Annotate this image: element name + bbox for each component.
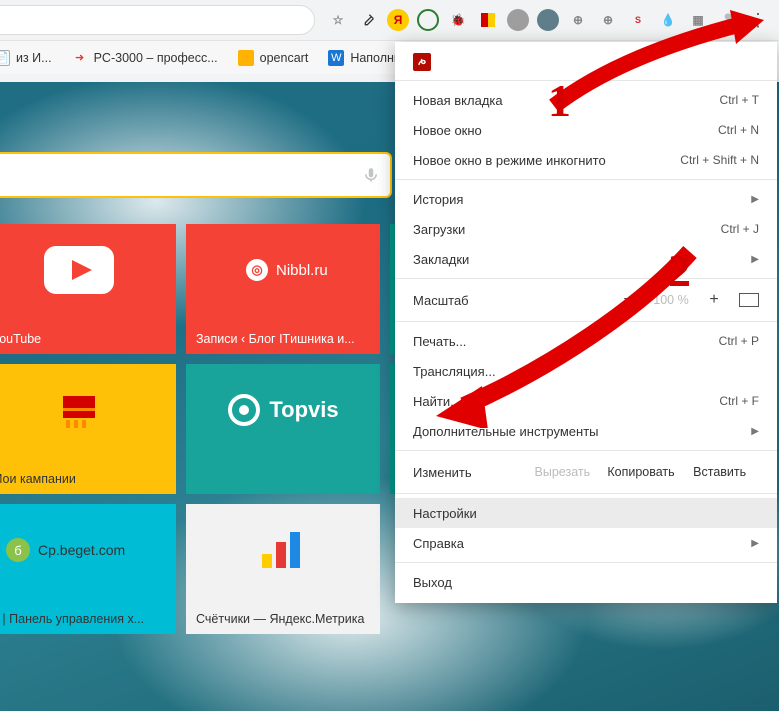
menu-separator: [395, 493, 777, 494]
menu-separator: [395, 562, 777, 563]
bookmark-item[interactable]: opencart: [230, 46, 317, 70]
nibbl-icon: ◎ Nibbl.ru: [186, 242, 380, 298]
zoom-value: 100 %: [641, 293, 701, 307]
tile-campaigns[interactable]: Мои кампании: [0, 364, 176, 494]
menu-help[interactable]: Справка ▶: [395, 528, 777, 558]
tile-label: YouTube: [0, 332, 166, 346]
fullscreen-icon[interactable]: [739, 293, 759, 307]
campaigns-icon: [0, 382, 176, 438]
menu-downloads[interactable]: Загрузки Ctrl + J: [395, 214, 777, 244]
bookmark-item[interactable]: ➜ PC-3000 – професс...: [64, 46, 226, 70]
menu-find[interactable]: Найти... Ctrl + F: [395, 386, 777, 416]
menu-separator: [395, 450, 777, 451]
microphone-icon[interactable]: [362, 162, 380, 188]
star-icon[interactable]: ☆: [327, 9, 349, 31]
eyedropper-icon[interactable]: [357, 9, 379, 31]
green-circle-ext-icon[interactable]: [417, 9, 439, 31]
drop-ext-icon[interactable]: 💧: [657, 9, 679, 31]
menu-bookmarks[interactable]: Закладки ▶: [395, 244, 777, 274]
menu-new-tab[interactable]: Новая вкладка Ctrl + T: [395, 85, 777, 115]
bookmark-label: PC-3000 – професс...: [94, 51, 218, 65]
tile-topvisor[interactable]: Topvis: [186, 364, 380, 494]
menu-exit[interactable]: Выход: [395, 567, 777, 597]
chevron-right-icon: ▶: [751, 426, 759, 437]
menu-history[interactable]: История ▶: [395, 184, 777, 214]
word-icon: W: [328, 50, 344, 66]
chevron-right-icon: ▶: [751, 538, 759, 549]
menu-zoom: Масштаб − 100 % +: [395, 283, 777, 317]
menu-separator: [395, 80, 777, 81]
tile-nibbl[interactable]: ◎ Nibbl.ru Записи ‹ Блог ITишника и...: [186, 224, 380, 354]
tile-youtube[interactable]: YouTube: [0, 224, 176, 354]
grid-ext-icon[interactable]: ▦: [687, 9, 709, 31]
menu-separator: [395, 278, 777, 279]
toolbar-row: ☆ Я 🐞 ⊕ ⊕ S 💧 ▦ ⋮: [0, 0, 779, 40]
tile-beget[interactable]: б Cp.beget.com а | Панель управления х..…: [0, 504, 176, 634]
address-bar[interactable]: [0, 5, 315, 35]
zoom-out-button[interactable]: −: [615, 291, 641, 309]
zoom-in-button[interactable]: +: [701, 291, 727, 309]
tile-metrika[interactable]: Счётчики — Яндекс.Метрика: [186, 504, 380, 634]
tile-sublabel: Записи ‹ Блог ITишника и...: [196, 332, 370, 346]
yandex-ext-icon[interactable]: Я: [387, 9, 409, 31]
edit-copy[interactable]: Копировать: [602, 465, 681, 479]
menu-incognito[interactable]: Новое окно в режиме инкогнито Ctrl + Shi…: [395, 145, 777, 175]
menu-more-tools[interactable]: Дополнительные инструменты ▶: [395, 416, 777, 446]
image-ext-icon[interactable]: [537, 9, 559, 31]
chrome-main-menu: Новая вкладка Ctrl + T Новое окно Ctrl +…: [395, 42, 777, 603]
menu-separator: [395, 179, 777, 180]
tile-sublabel: а | Панель управления х...: [0, 612, 166, 626]
metrika-icon: [186, 522, 380, 578]
bug-ext-icon[interactable]: 🐞: [447, 9, 469, 31]
seo-ext-icon[interactable]: S: [627, 9, 649, 31]
bookmark-item[interactable]: 📄 из И...: [0, 46, 60, 70]
search-box[interactable]: [0, 152, 392, 198]
topvisor-icon: Topvis: [186, 382, 380, 438]
bookmark-label: из И...: [16, 51, 52, 65]
menu-cast[interactable]: Трансляция...: [395, 356, 777, 386]
youtube-icon: [0, 242, 176, 298]
menu-settings[interactable]: Настройки: [395, 498, 777, 528]
adobe-pdf-icon: [413, 53, 431, 71]
beget-icon: б Cp.beget.com: [0, 522, 176, 578]
edit-paste[interactable]: Вставить: [680, 465, 759, 479]
flag-ext-icon[interactable]: [477, 9, 499, 31]
tile-label: Счётчики — Яндекс.Метрика: [196, 612, 370, 626]
menu-separator: [395, 321, 777, 322]
tile-label: Мои кампании: [0, 472, 166, 486]
menu-pdf-ext[interactable]: [395, 48, 777, 76]
kebab-menu-button[interactable]: ⋮: [743, 5, 773, 35]
globe2-ext-icon[interactable]: ⊕: [597, 9, 619, 31]
menu-print[interactable]: Печать... Ctrl + P: [395, 326, 777, 356]
gray-square-ext-icon[interactable]: [507, 9, 529, 31]
bookmark-label: opencart: [260, 51, 309, 65]
edit-cut[interactable]: Вырезать: [523, 465, 602, 479]
menu-new-window[interactable]: Новое окно Ctrl + N: [395, 115, 777, 145]
globe-ext-icon[interactable]: ⊕: [567, 9, 589, 31]
chevron-right-icon: ▶: [751, 194, 759, 205]
menu-edit: Изменить Вырезать Копировать Вставить: [395, 455, 777, 489]
chevron-right-icon: ▶: [751, 254, 759, 265]
avatar-icon[interactable]: [717, 9, 739, 31]
